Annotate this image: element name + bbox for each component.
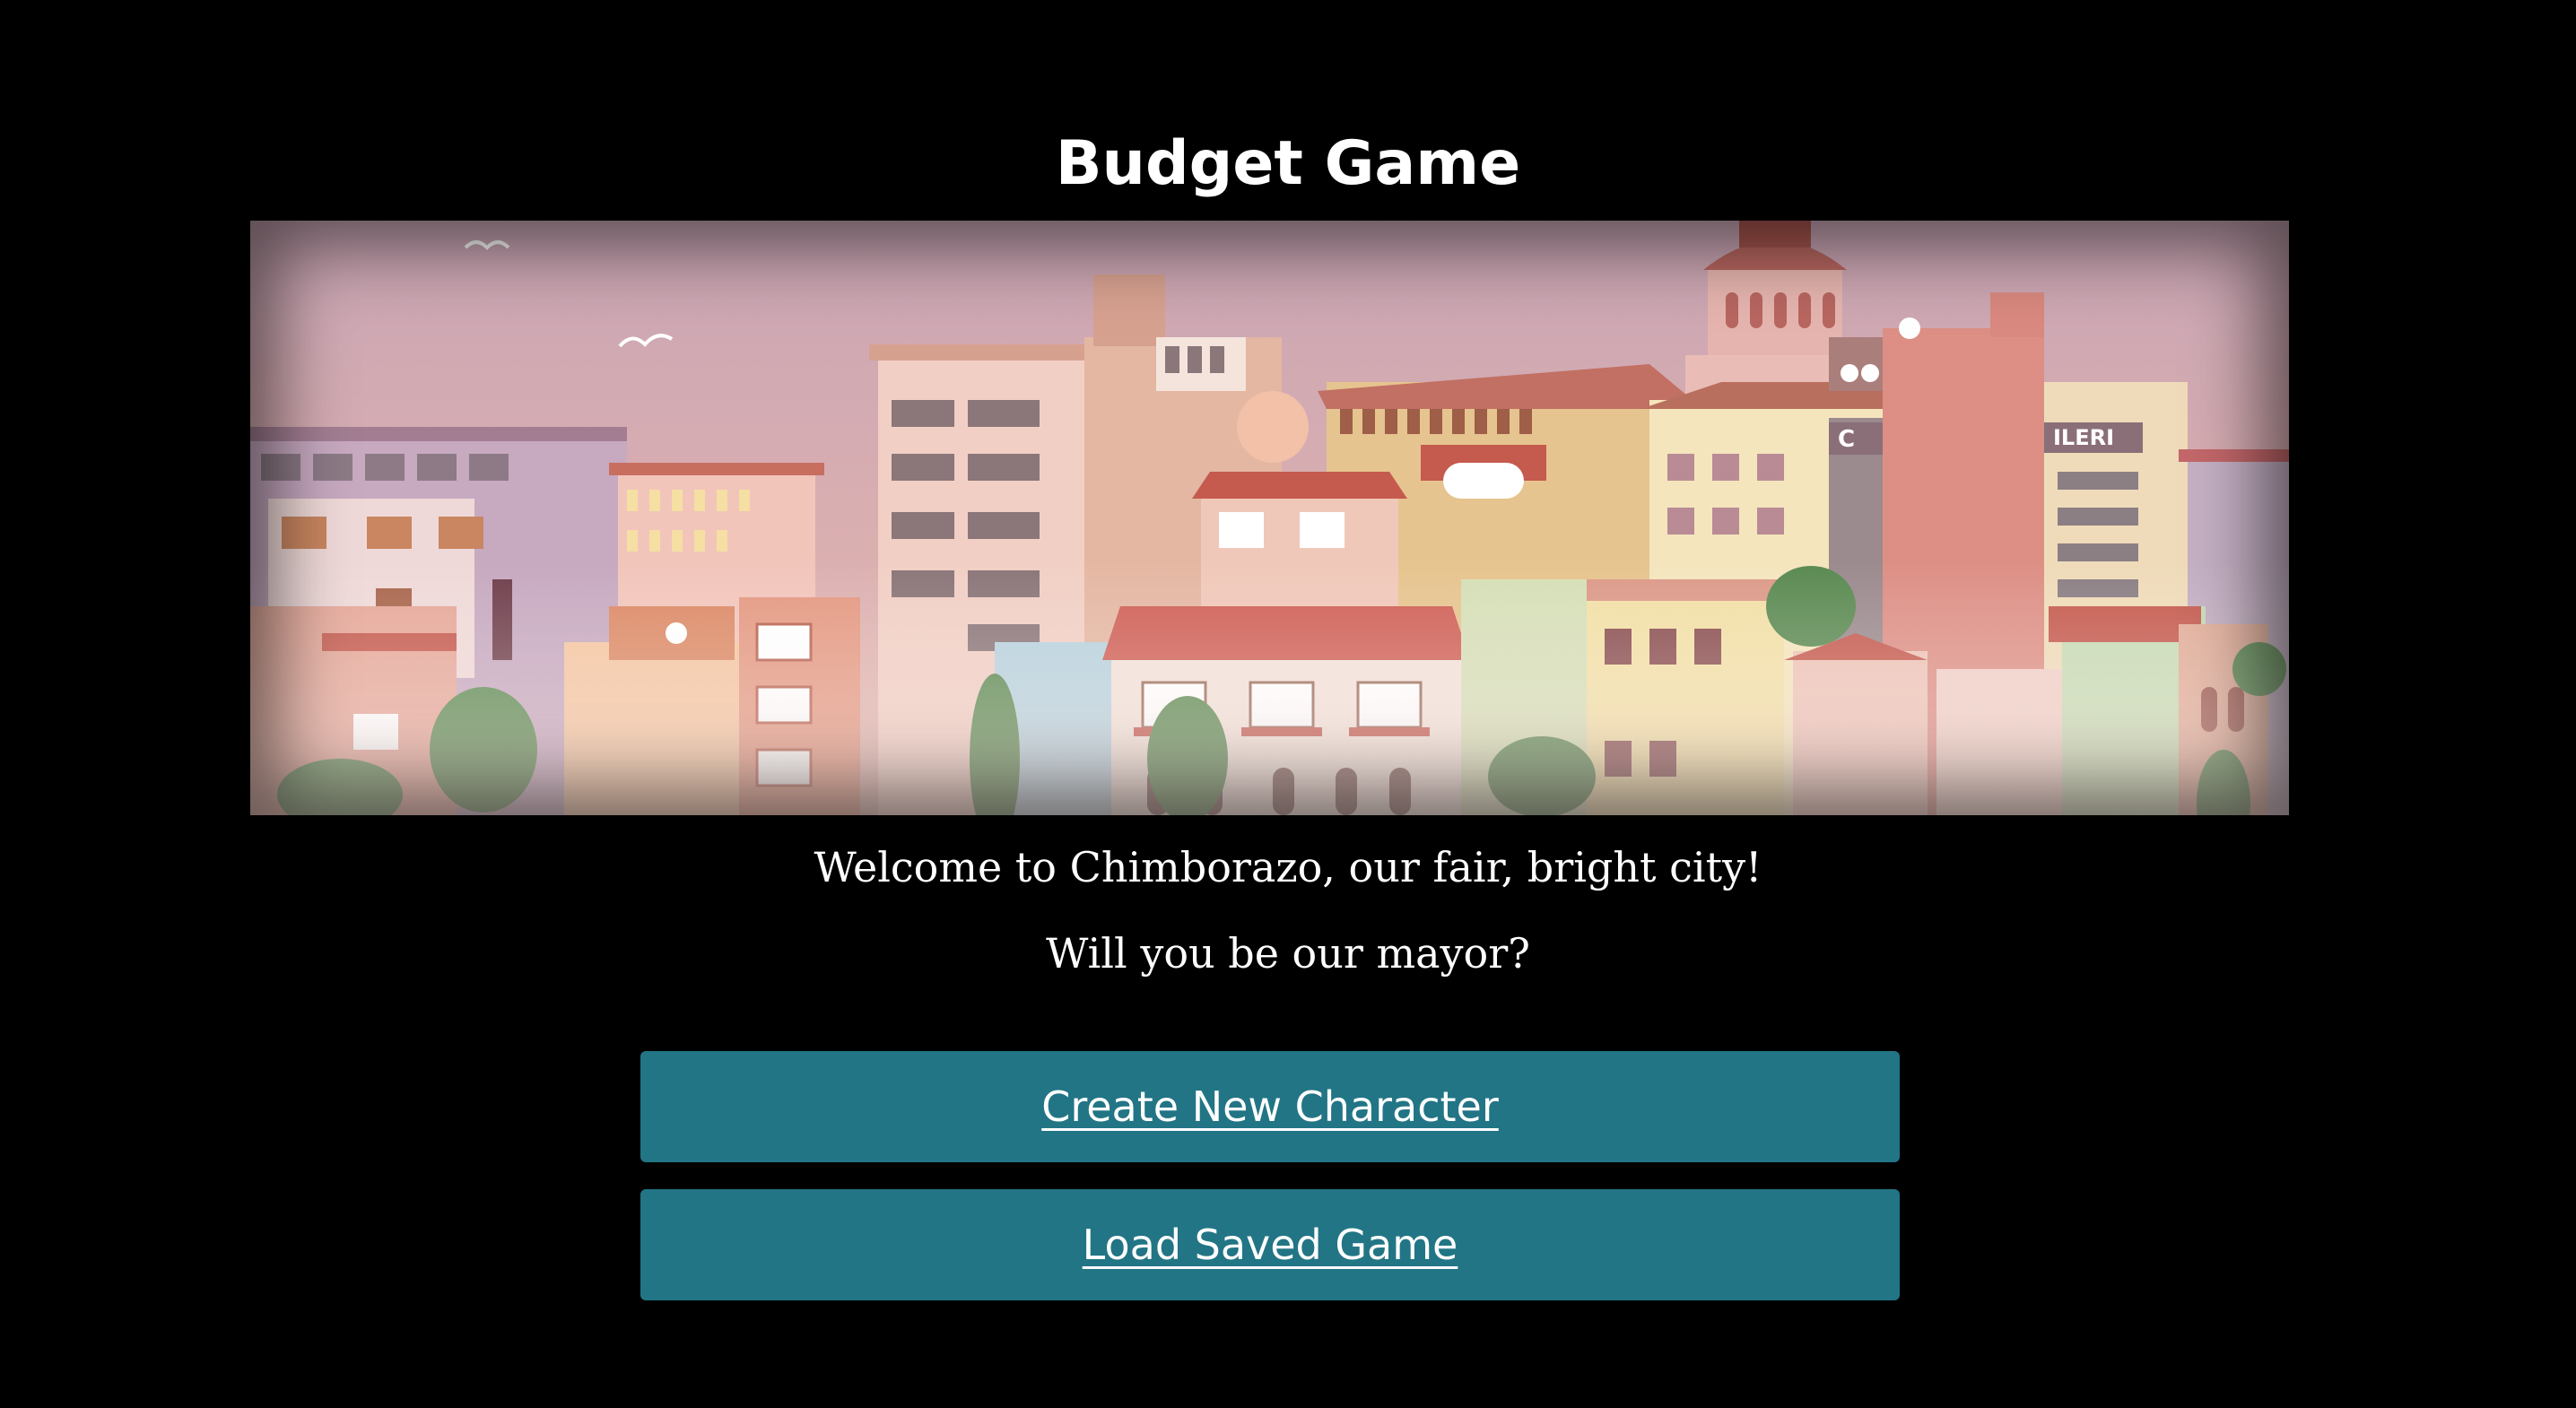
create-new-character-label[interactable]: Create New Character <box>1041 1082 1499 1131</box>
city-skyline-illustration: C ILERI <box>250 221 2289 815</box>
load-saved-game-label[interactable]: Load Saved Game <box>1083 1221 1458 1269</box>
game-title: Budget Game <box>1055 128 1521 199</box>
banner-sign-left: C <box>1838 426 1855 453</box>
load-saved-game-button[interactable]: Load Saved Game <box>640 1189 1900 1300</box>
banner-sign-right: ILERI <box>2053 425 2114 450</box>
city-banner: C ILERI <box>250 221 2289 815</box>
mayor-question-text: Will you be our mayor? <box>1046 929 1530 978</box>
create-new-character-button[interactable]: Create New Character <box>640 1051 1900 1162</box>
game-start-screen: Budget Game C ILERI Welcome to Chimboraz… <box>0 0 2576 1408</box>
welcome-text: Welcome to Chimborazo, our fair, bright … <box>814 843 1762 891</box>
